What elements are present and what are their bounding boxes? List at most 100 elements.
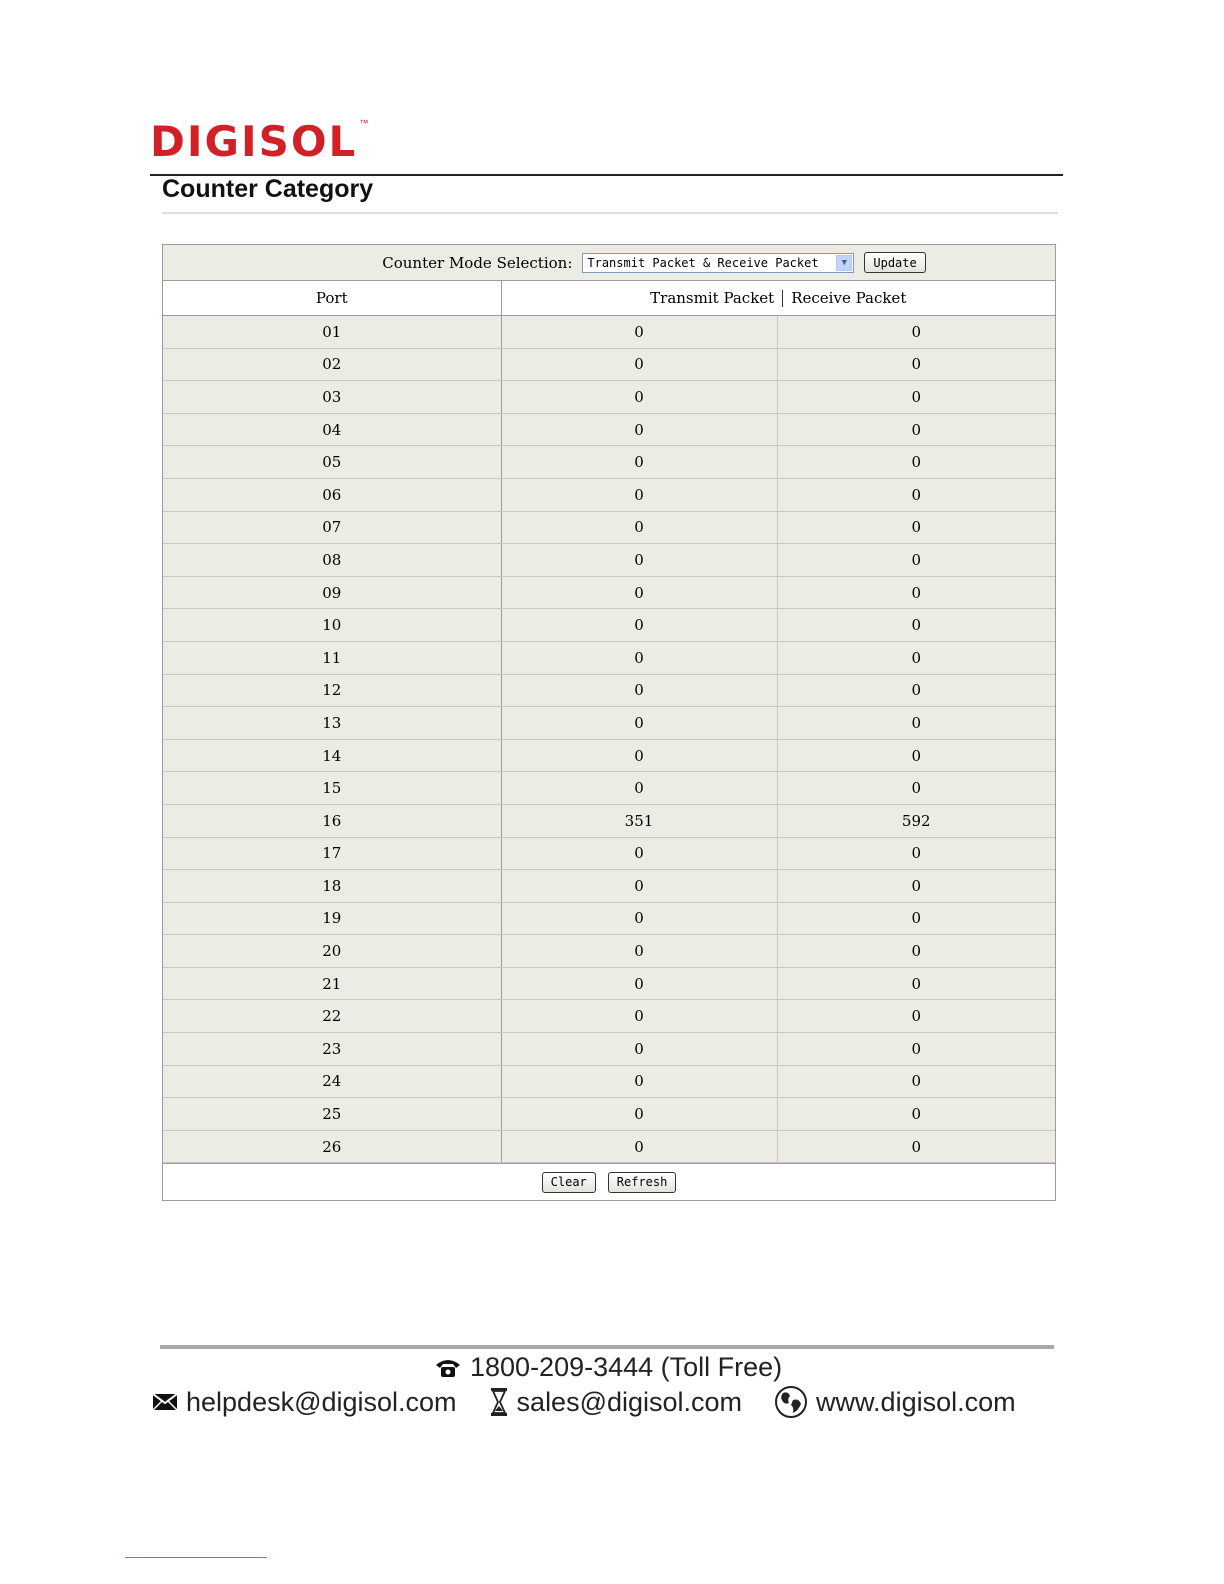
port-cell: 17 (163, 837, 502, 871)
transmit-cell: 0 (501, 413, 778, 447)
clear-button[interactable]: Clear (541, 1171, 596, 1193)
port-cell: 10 (163, 608, 502, 642)
port-cell: 19 (163, 902, 502, 936)
receive-cell: 0 (777, 967, 1055, 1001)
column-header-receive: Receive Packet (791, 288, 907, 307)
website-link[interactable]: www.digisol.com (816, 1387, 1016, 1418)
receive-cell: 0 (777, 641, 1055, 675)
receive-cell: 592 (777, 804, 1055, 838)
transmit-cell: 0 (501, 674, 778, 708)
footer-contacts: helpdesk@digisol.com sales@digisol.com w… (152, 1385, 1016, 1419)
table-row: 25 0 0 (163, 1097, 1055, 1131)
port-cell: 13 (163, 706, 502, 740)
receive-cell: 0 (777, 315, 1055, 349)
port-cell: 21 (163, 967, 502, 1001)
table-row: 12 0 0 (163, 674, 1055, 708)
footer-phone: 1800-209-3444 (Toll Free) (434, 1352, 782, 1383)
port-cell: 01 (163, 315, 502, 349)
receive-cell: 0 (777, 999, 1055, 1034)
sales-email-link[interactable]: sales@digisol.com (517, 1387, 743, 1418)
transmit-cell: 0 (501, 380, 778, 414)
port-cell: 02 (163, 348, 502, 382)
transmit-cell: 0 (501, 967, 778, 1001)
table-row: 02 0 0 (163, 348, 1055, 382)
receive-cell: 0 (777, 771, 1055, 805)
hourglass-icon (490, 1388, 507, 1416)
receive-cell: 0 (777, 576, 1055, 610)
transmit-cell: 0 (501, 576, 778, 610)
port-cell: 14 (163, 739, 502, 773)
globe-icon (775, 1386, 808, 1418)
bottom-underline (125, 1557, 267, 1558)
receive-cell: 0 (777, 902, 1055, 936)
column-header-packets: Transmit Packet Receive Packet (501, 281, 1055, 316)
footer-divider (160, 1345, 1054, 1349)
chevron-down-icon[interactable]: ▼ (836, 254, 853, 271)
table-row: 03 0 0 (163, 380, 1055, 414)
table-row: 13 0 0 (163, 706, 1055, 740)
transmit-cell: 0 (501, 739, 778, 773)
transmit-cell: 0 (501, 1032, 778, 1066)
table-row: 04 0 0 (163, 413, 1055, 447)
logo-trademark: ™ (359, 118, 369, 128)
refresh-button[interactable]: Refresh (607, 1171, 677, 1193)
table-row: 08 0 0 (163, 543, 1055, 577)
receive-cell: 0 (777, 511, 1055, 545)
table-header-row: Port Transmit Packet Receive Packet (163, 281, 1055, 316)
port-cell: 15 (163, 771, 502, 805)
transmit-cell: 0 (501, 511, 778, 545)
receive-cell: 0 (777, 869, 1055, 903)
transmit-cell: 0 (501, 771, 778, 805)
port-cell: 06 (163, 478, 502, 512)
helpdesk-email-link[interactable]: helpdesk@digisol.com (186, 1387, 457, 1418)
receive-cell: 0 (777, 674, 1055, 708)
port-cell: 09 (163, 576, 502, 610)
receive-cell: 0 (777, 543, 1055, 577)
transmit-cell: 0 (501, 641, 778, 675)
phone-icon (436, 1359, 460, 1377)
port-cell: 24 (163, 1065, 502, 1099)
transmit-cell: 0 (501, 1130, 778, 1164)
receive-cell: 0 (777, 445, 1055, 479)
transmit-cell: 0 (501, 902, 778, 936)
port-cell: 11 (163, 641, 502, 675)
port-cell: 12 (163, 674, 502, 708)
receive-cell: 0 (777, 380, 1055, 414)
transmit-cell: 0 (501, 348, 778, 382)
digisol-logo: DIGISOL ™ (150, 118, 368, 166)
update-button[interactable]: Update (864, 252, 926, 273)
table-row: 17 0 0 (163, 837, 1055, 871)
counter-mode-select[interactable]: Transmit Packet & Receive Packet ▼ (582, 252, 855, 273)
transmit-cell: 0 (501, 445, 778, 479)
port-cell: 22 (163, 999, 502, 1034)
table-row: 11 0 0 (163, 641, 1055, 675)
footer-phone-number: 1800-209-3444 (Toll Free) (470, 1352, 783, 1382)
footer-helpdesk: helpdesk@digisol.com (152, 1387, 457, 1418)
table-row: 07 0 0 (163, 511, 1055, 545)
table-row: 21 0 0 (163, 967, 1055, 1001)
port-cell: 25 (163, 1097, 502, 1131)
mail-icon (152, 1393, 178, 1411)
table-row: 16 351 592 (163, 804, 1055, 838)
table-row: 18 0 0 (163, 869, 1055, 903)
transmit-cell: 0 (501, 999, 778, 1034)
receive-cell: 0 (777, 934, 1055, 968)
transmit-cell: 0 (501, 543, 778, 577)
transmit-cell: 0 (501, 315, 778, 349)
table-row: 15 0 0 (163, 771, 1055, 805)
port-cell: 26 (163, 1130, 502, 1164)
transmit-cell: 0 (501, 1097, 778, 1131)
transmit-cell: 0 (501, 608, 778, 642)
table-row: 09 0 0 (163, 576, 1055, 610)
transmit-cell: 0 (501, 706, 778, 740)
receive-cell: 0 (777, 1097, 1055, 1131)
footer-website: www.digisol.com (774, 1385, 1016, 1419)
table-row: 22 0 0 (163, 999, 1055, 1034)
counter-table: Port Transmit Packet Receive Packet 01 0 0 0… (163, 281, 1055, 1164)
transmit-cell: 0 (501, 1065, 778, 1099)
receive-cell: 0 (777, 706, 1055, 740)
receive-cell: 0 (777, 1032, 1055, 1066)
logo-text: DIGISOL (150, 117, 358, 166)
counter-mode-label: Counter Mode Selection: (382, 253, 573, 272)
table-row: 19 0 0 (163, 902, 1055, 936)
